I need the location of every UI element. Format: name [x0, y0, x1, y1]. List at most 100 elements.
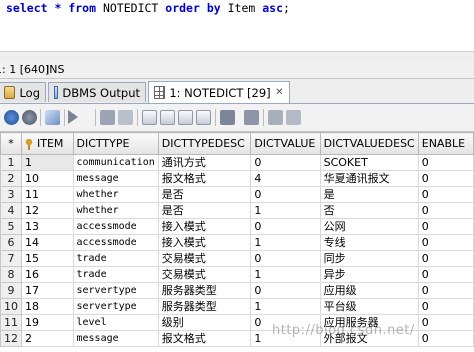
table-cell[interactable]: 报文格式: [157, 330, 252, 347]
table-cell[interactable]: 应用服务器: [319, 314, 419, 331]
stop-icon[interactable]: [22, 110, 37, 125]
table-cell[interactable]: 是否: [157, 202, 252, 219]
chevron-down-icon[interactable]: [234, 115, 241, 120]
table-cell[interactable]: 0: [417, 282, 474, 299]
table-cell[interactable]: 13: [21, 218, 74, 235]
table-cell[interactable]: accessmode: [72, 218, 159, 235]
table-row[interactable]: 2 10 message 报文格式 4 华夏通讯报文 0: [0, 170, 474, 187]
close-tab-icon[interactable]: ✕: [275, 87, 284, 99]
table-cell[interactable]: 0: [417, 186, 474, 203]
table-cell[interactable]: 华夏通讯报文: [319, 170, 419, 187]
table-cell[interactable]: 0: [250, 186, 321, 203]
insert-record-icon[interactable]: [100, 110, 115, 125]
table-row[interactable]: 7 15 trade 交易模式 0 同步 0: [0, 250, 474, 267]
refresh-icon[interactable]: [4, 110, 19, 125]
post-changes-icon[interactable]: [142, 110, 157, 125]
sql-editor[interactable]: select * from NOTEDICT order by Item asc…: [0, 0, 474, 63]
table-cell[interactable]: 服务器类型: [157, 282, 252, 299]
table-cell[interactable]: 0: [250, 250, 321, 267]
column-header-enable[interactable]: ENABLE: [417, 132, 474, 155]
delete-record-icon[interactable]: [118, 110, 133, 125]
table-cell[interactable]: trade: [72, 250, 159, 267]
table-cell[interactable]: servertype: [72, 282, 159, 299]
table-cell[interactable]: 1: [250, 234, 321, 251]
play-icon[interactable]: [68, 110, 78, 124]
table-cell[interactable]: 1: [250, 298, 321, 315]
chevron-down-icon[interactable]: [81, 115, 88, 120]
table-cell[interactable]: 报文格式: [157, 170, 252, 187]
table-cell[interactable]: 15: [21, 250, 74, 267]
table-cell[interactable]: 否: [319, 202, 419, 219]
table-cell[interactable]: 14: [21, 234, 74, 251]
table-cell[interactable]: 12: [21, 202, 74, 219]
table-cell[interactable]: whether: [72, 186, 159, 203]
table-cell[interactable]: 1: [250, 202, 321, 219]
lock-icon[interactable]: [268, 110, 283, 125]
table-cell[interactable]: 异步: [319, 266, 419, 283]
single-record-view-icon[interactable]: [196, 110, 211, 125]
table-row[interactable]: 10 18 servertype 服务器类型 1 平台级 0: [0, 298, 474, 315]
table-cell[interactable]: 1: [250, 266, 321, 283]
table-cell[interactable]: 0: [417, 154, 474, 171]
table-cell[interactable]: 0: [250, 154, 321, 171]
table-cell[interactable]: 0: [417, 170, 474, 187]
table-row[interactable]: 5 13 accessmode 接入模式 0 公网 0: [0, 218, 474, 235]
export-icon[interactable]: [45, 110, 60, 125]
table-row[interactable]: 4 12 whether 是否 1 否 0: [0, 202, 474, 219]
editor-horizontal-scrollbar[interactable]: [0, 51, 474, 62]
table-cell[interactable]: 18: [21, 298, 74, 315]
undo-icon[interactable]: [286, 110, 301, 125]
table-cell[interactable]: 服务器类型: [157, 298, 252, 315]
table-row[interactable]: 3 11 whether 是否 0 是 0: [0, 186, 474, 203]
table-cell[interactable]: 接入模式: [157, 218, 252, 235]
table-cell[interactable]: message: [72, 170, 159, 187]
results-grid[interactable]: * ITEM DICTTYPE DICTTYPEDESC DICTVALUE D…: [0, 132, 474, 352]
table-cell[interactable]: 0: [417, 202, 474, 219]
column-header-dictvaluedesc[interactable]: DICTVALUEDESC: [319, 132, 419, 155]
table-cell[interactable]: 10: [21, 170, 74, 187]
table-cell[interactable]: 0: [417, 314, 474, 331]
table-row[interactable]: 11 19 level 级别 0 应用服务器 0: [0, 314, 474, 331]
column-header-dictvalue[interactable]: DICTVALUE: [250, 132, 321, 155]
table-cell[interactable]: 同步: [319, 250, 419, 267]
table-cell[interactable]: 0: [250, 314, 321, 331]
table-cell[interactable]: 交易模式: [157, 250, 252, 267]
tab-notedict-results[interactable]: 1: NOTEDICT [29] ✕: [148, 81, 290, 103]
table-cell[interactable]: SCOKET: [319, 154, 419, 171]
clear-record-icon[interactable]: [178, 110, 193, 125]
table-row[interactable]: 6 14 accessmode 接入模式 1 专线 0: [0, 234, 474, 251]
table-cell[interactable]: 平台级: [319, 298, 419, 315]
table-cell[interactable]: servertype: [72, 298, 159, 315]
table-cell[interactable]: communication: [72, 154, 159, 171]
table-cell[interactable]: 接入模式: [157, 234, 252, 251]
table-cell[interactable]: whether: [72, 202, 159, 219]
table-cell[interactable]: 公网: [319, 218, 419, 235]
table-cell[interactable]: 11: [21, 186, 74, 203]
table-cell[interactable]: 是否: [157, 186, 252, 203]
table-cell[interactable]: 0: [417, 218, 474, 235]
tab-log[interactable]: Log: [0, 82, 46, 102]
table-cell[interactable]: 0: [417, 330, 474, 347]
table-cell[interactable]: accessmode: [72, 234, 159, 251]
table-cell[interactable]: 是: [319, 186, 419, 203]
query-by-example-icon[interactable]: [160, 110, 175, 125]
table-cell[interactable]: 0: [417, 298, 474, 315]
table-cell[interactable]: 交易模式: [157, 266, 252, 283]
fetch-next-icon[interactable]: [220, 110, 235, 125]
column-header-item[interactable]: ITEM: [21, 132, 74, 155]
table-cell[interactable]: 0: [250, 218, 321, 235]
table-cell[interactable]: 应用级: [319, 282, 419, 299]
table-cell[interactable]: level: [72, 314, 159, 331]
table-cell[interactable]: 4: [250, 170, 321, 187]
table-row[interactable]: 8 16 trade 交易模式 1 异步 0: [0, 266, 474, 283]
table-cell[interactable]: 专线: [319, 234, 419, 251]
table-cell[interactable]: 0: [250, 282, 321, 299]
fetch-last-icon[interactable]: [244, 110, 259, 125]
table-row[interactable]: 9 17 servertype 服务器类型 0 应用级 0: [0, 282, 474, 299]
table-cell[interactable]: 通讯方式: [157, 154, 252, 171]
table-cell[interactable]: 级别: [157, 314, 252, 331]
table-cell[interactable]: 0: [417, 234, 474, 251]
table-cell[interactable]: trade: [72, 266, 159, 283]
table-cell[interactable]: 16: [21, 266, 74, 283]
column-header-dicttypedesc[interactable]: DICTTYPEDESC: [157, 132, 252, 155]
